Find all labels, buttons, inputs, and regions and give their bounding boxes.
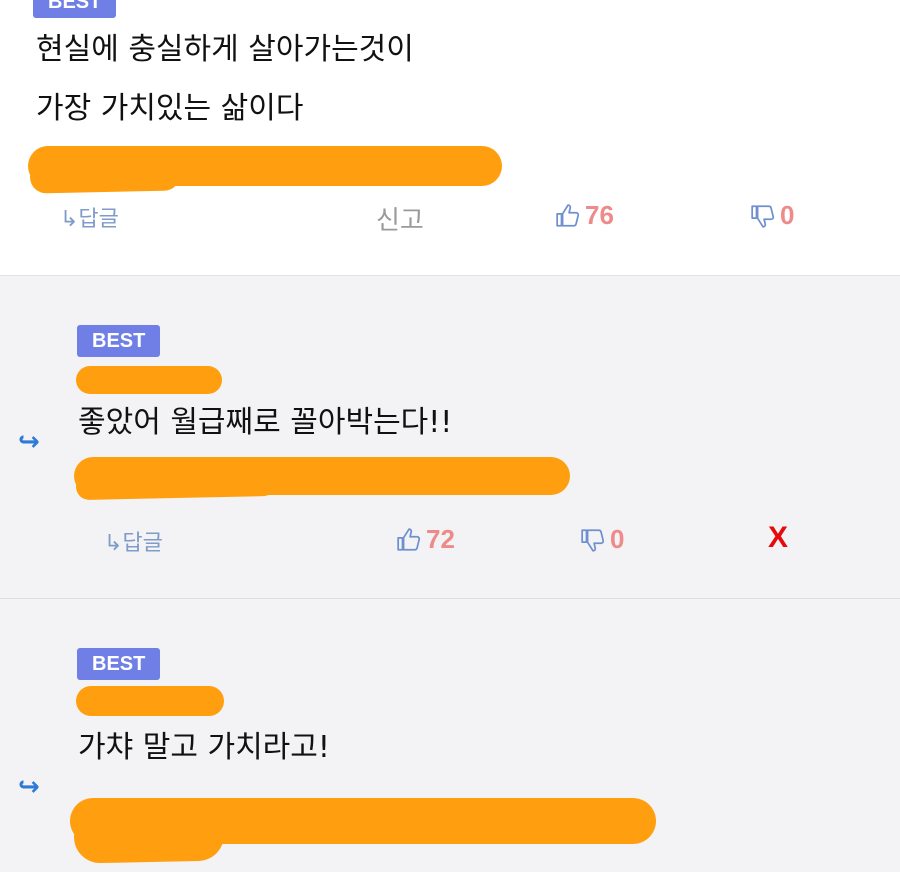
redacted-meta — [29, 158, 181, 194]
thumbs-up-icon — [556, 203, 580, 227]
upvote-count: 72 — [426, 524, 455, 554]
reply-label: ↳답글 — [104, 531, 163, 556]
downvote-button[interactable]: 0 — [580, 524, 624, 555]
comment-card: BEST 현실에 충실하게 살아가는것이 가장 가치있는 삶이다 ↳답글 신고 … — [0, 0, 900, 276]
report-label: 신고 — [376, 206, 424, 236]
upvote-count: 76 — [585, 200, 614, 230]
thumbs-down-icon — [581, 528, 605, 552]
delete-mark[interactable]: X — [768, 521, 788, 555]
reply-comment-card: BEST ↪ 좋았어 월급째로 꼴아박는다!! ↳답글 72 0 X — [0, 277, 900, 599]
best-badge: BEST — [77, 648, 161, 680]
downvote-count: 0 — [780, 200, 795, 230]
redacted-meta — [73, 808, 225, 864]
redacted-username — [76, 366, 222, 394]
downvote-button[interactable]: 0 — [750, 200, 794, 231]
thumbs-down-icon — [751, 204, 775, 228]
best-badge: BEST — [77, 325, 161, 357]
best-badge: BEST — [33, 0, 117, 18]
comment-text: 좋았어 월급째로 꼴아박는다!! — [78, 405, 453, 440]
upvote-button[interactable]: 76 — [555, 200, 614, 231]
redacted-meta — [75, 469, 277, 501]
reply-button[interactable]: ↳답글 — [104, 525, 163, 557]
downvote-count: 0 — [610, 524, 625, 554]
reply-comment-card: BEST ↪ 가챠 말고 가치라고! — [0, 600, 900, 872]
thumbs-up-icon — [397, 527, 421, 551]
comment-text: 현실에 충실하게 살아가는것이 가장 가치있는 삶이다 — [36, 32, 414, 126]
report-button[interactable]: 신고 — [376, 200, 424, 237]
reply-button[interactable]: ↳답글 — [60, 201, 119, 233]
reply-label: ↳답글 — [60, 207, 119, 232]
reply-arrow-icon: ↪ — [18, 427, 40, 457]
comment-text: 가챠 말고 가치라고! — [78, 730, 330, 765]
reply-arrow-icon: ↪ — [18, 772, 40, 802]
redacted-username — [76, 686, 224, 716]
x-mark-label: X — [768, 521, 789, 554]
upvote-button[interactable]: 72 — [396, 524, 455, 555]
